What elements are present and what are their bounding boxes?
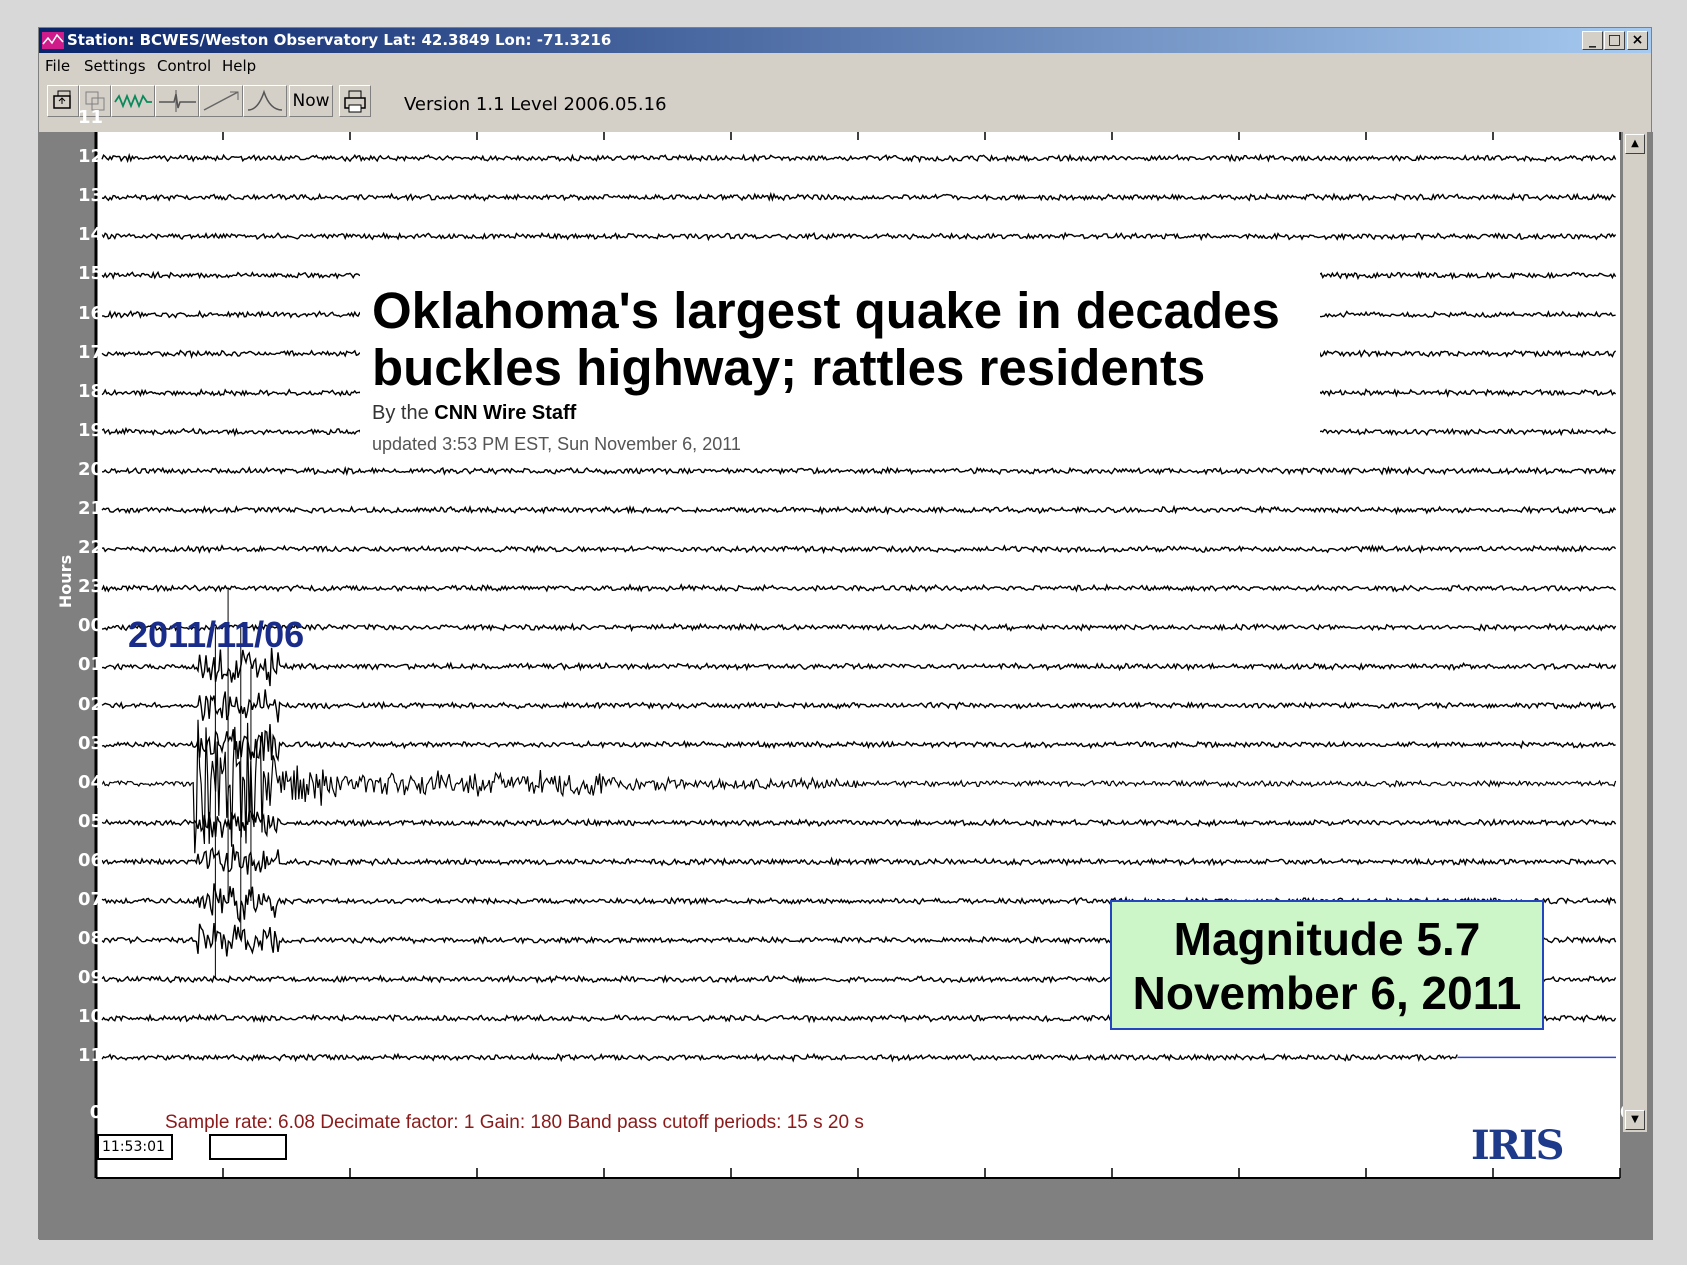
time-readout[interactable]: 11:53:01 [97, 1134, 173, 1160]
minute-label: 40 [1099, 1102, 1125, 1123]
hour-label: 17 [77, 341, 103, 363]
hour-label: 03 [77, 732, 103, 754]
hour-label: 05 [77, 810, 103, 832]
magnitude-date: November 6, 2011 [1132, 967, 1522, 1019]
hour-label: 04 [77, 771, 103, 793]
blank-readout-field[interactable] [209, 1134, 287, 1160]
menu-bar: File Settings Control Help [39, 53, 1651, 79]
window-title: Station: BCWES/Weston Observatory Lat: 4… [67, 31, 612, 49]
filter-icon [203, 91, 239, 111]
headline-line-2: buckles highway; rattles residents [372, 339, 1206, 396]
hour-label: 18 [77, 380, 103, 402]
hour-label: 13 [77, 185, 103, 207]
hour-label: 15 [77, 263, 103, 285]
sample-rate-info: Sample rate: 6.08 Decimate factor: 1 Gai… [165, 1112, 864, 1133]
magnitude-box: Magnitude 5.7 November 6, 2011 [1110, 900, 1544, 1030]
headline-title: Oklahoma's largest quake in decades buck… [372, 282, 1280, 396]
hour-label: 21 [77, 498, 103, 519]
hour-label: 09 [77, 967, 103, 989]
filter-button[interactable] [199, 85, 243, 117]
headline-line-1: Oklahoma's largest quake in decades [372, 282, 1280, 339]
minimize-button[interactable]: _ [1582, 31, 1603, 50]
version-label: Version 1.1 Level 2006.05.16 [404, 94, 667, 115]
hour-label: 07 [77, 889, 103, 910]
hour-label: 20 [77, 458, 103, 480]
date-stamp: 2011/11/06 [128, 614, 305, 655]
hour-label: 11 [77, 107, 103, 128]
vertical-scrollbar[interactable]: ▲ ▼ [1623, 132, 1647, 1132]
pick-icon [159, 90, 196, 112]
minute-label: 55 [1480, 1102, 1506, 1123]
print-icon [344, 90, 366, 113]
minute-label: 35 [972, 1102, 998, 1123]
pick-button[interactable] [155, 85, 199, 117]
wave-icon [114, 93, 152, 109]
menu-settings[interactable]: Settings [84, 57, 146, 75]
hour-label: 01 [77, 654, 103, 676]
close-button[interactable]: × [1627, 31, 1648, 50]
menu-help[interactable]: Help [222, 57, 256, 75]
minute-label: 50 [1353, 1102, 1379, 1123]
hour-label: 12 [77, 146, 103, 168]
hour-label: 00 [77, 615, 103, 637]
hour-label: 16 [77, 302, 103, 324]
hours-axis-title: Hours [56, 554, 76, 609]
hour-label: 06 [77, 849, 103, 871]
now-button[interactable]: Now [289, 85, 333, 117]
byline-author: CNN Wire Staff [434, 402, 577, 424]
hour-label: 08 [77, 928, 103, 950]
print-button[interactable] [339, 85, 371, 117]
maximize-button[interactable]: □ [1604, 31, 1625, 50]
byline-prefix: By the [372, 402, 435, 424]
news-headline-overlay: Oklahoma's largest quake in decades buck… [360, 254, 1320, 464]
menu-file[interactable]: File [45, 57, 70, 75]
pulse-icon [247, 89, 283, 111]
hour-label: 10 [77, 1006, 103, 1028]
scroll-up-icon[interactable]: ▲ [1625, 134, 1645, 154]
updated-timestamp: updated 3:53 PM EST, Sun November 6, 201… [372, 434, 741, 454]
iris-logo: IRIS [1471, 1122, 1565, 1169]
wave-button[interactable] [111, 85, 155, 117]
toolbar: Now Version 1.1 Level 2006.05.16 [39, 81, 1651, 119]
scroll-down-icon[interactable]: ▼ [1625, 1110, 1645, 1130]
app-icon [42, 32, 64, 49]
hour-label: 19 [77, 419, 103, 441]
hour-label: 11 [77, 1045, 103, 1067]
menu-control[interactable]: Control [157, 57, 211, 75]
minute-label: 45 [1226, 1102, 1252, 1123]
byline: By the CNN Wire Staff [372, 402, 576, 425]
hour-label: 14 [77, 224, 103, 246]
hour-label: 02 [77, 693, 103, 715]
title-bar[interactable]: Station: BCWES/Weston Observatory Lat: 4… [39, 28, 1651, 53]
minute-label: 0 [89, 1102, 103, 1123]
magnitude-line: Magnitude 5.7 [1173, 913, 1481, 965]
pulse-button[interactable] [243, 85, 287, 117]
